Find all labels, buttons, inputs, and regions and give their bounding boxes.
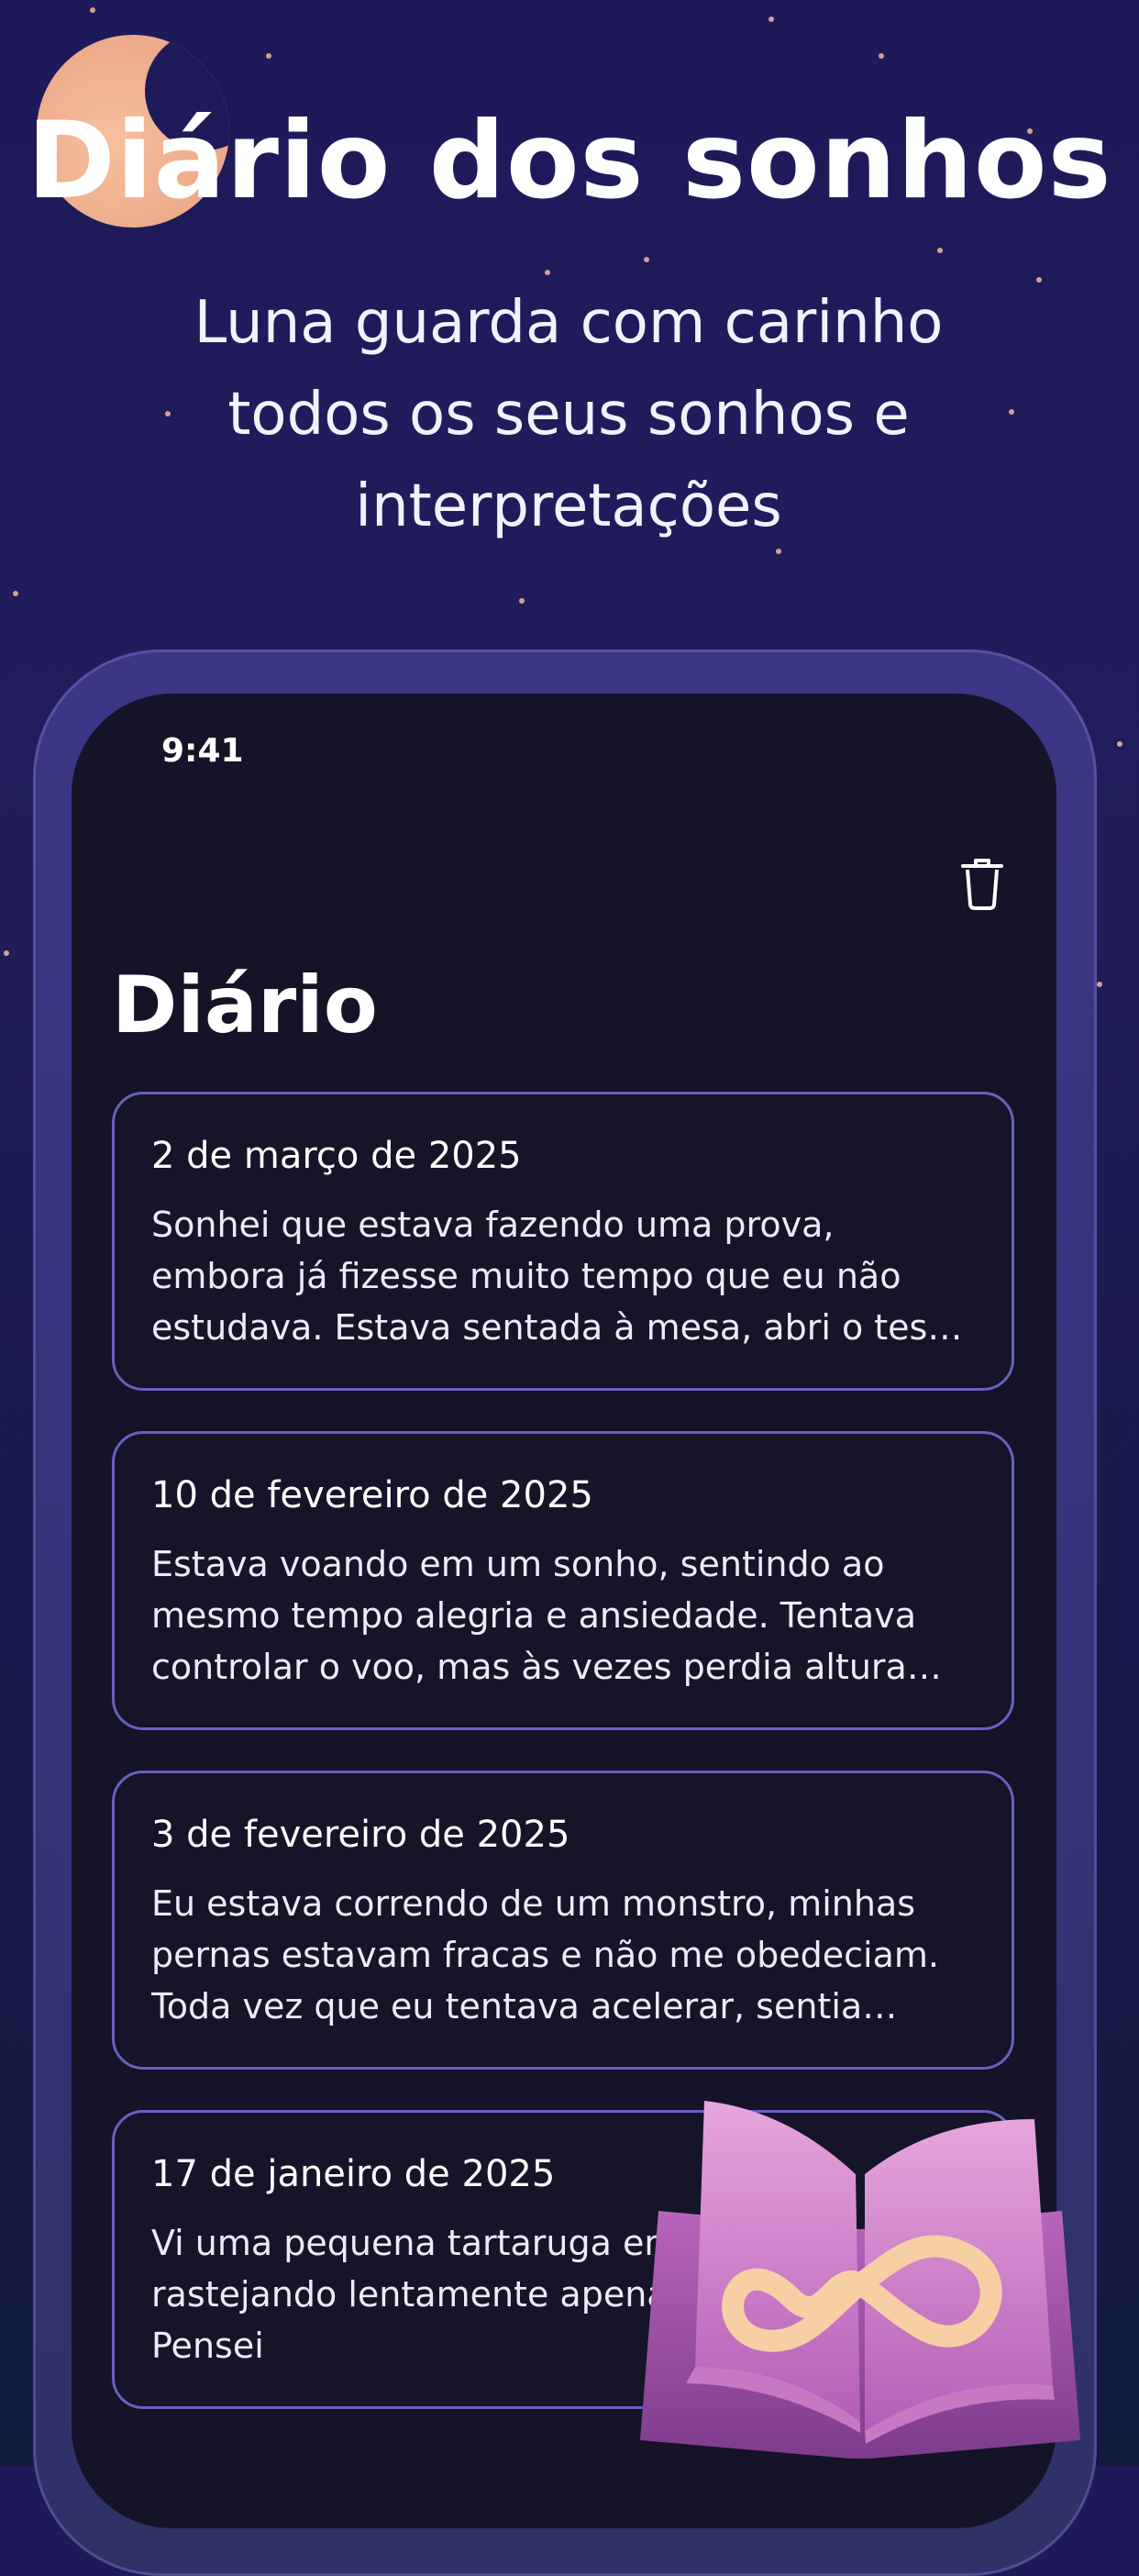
status-bar-time: 9:41 xyxy=(161,732,244,770)
entry-preview: Sonhei que estava fazendo uma prova, emb… xyxy=(151,1205,963,1348)
entry-preview: Eu estava correndo de um monstro, minhas… xyxy=(151,1883,939,2026)
promo-title: Diário dos sonhos xyxy=(27,99,1112,223)
entry-preview: Estava voando em um sonho, sentindo ao m… xyxy=(151,1544,916,1687)
dream-entry-card[interactable]: 2 de março de 2025 Sonhei que estava faz… xyxy=(112,1092,1014,1391)
dream-entry-card[interactable]: 3 de fevereiro de 2025 Eu estava corrend… xyxy=(112,1771,1014,2070)
entry-date: 10 de fevereiro de 2025 xyxy=(151,1474,593,1516)
screen-title: Diário xyxy=(112,960,378,1051)
dream-entry-card[interactable]: 10 de fevereiro de 2025 Estava voando em… xyxy=(112,1431,1014,1730)
entry-date: 3 de fevereiro de 2025 xyxy=(151,1814,570,1856)
infinity-book-icon xyxy=(640,2101,1080,2459)
trash-icon[interactable] xyxy=(959,857,1005,912)
promo-subtitle: Luna guarda com carinho todos os seus so… xyxy=(194,289,944,540)
entry-date: 2 de março de 2025 xyxy=(151,1135,522,1177)
